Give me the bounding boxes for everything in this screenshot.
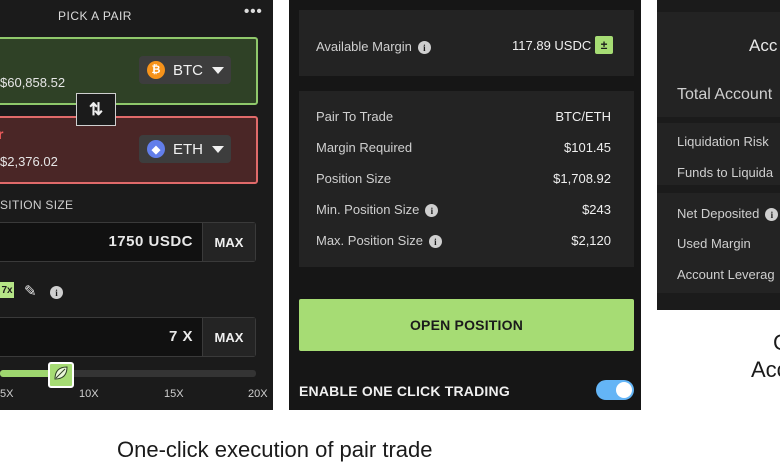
short-asset-card[interactable]: r $2,376.02 ◆ ETH (0, 116, 258, 184)
detail-value: $2,120 (571, 233, 611, 248)
toggle-knob (616, 382, 632, 398)
total-account-label: Total Account (677, 86, 773, 103)
slider-tick-label: 10X (79, 388, 99, 400)
figure-caption: One-click execution of pair trade (117, 437, 433, 462)
detail-value: $243 (582, 202, 611, 217)
info-icon: i (417, 41, 431, 55)
chevron-down-icon (212, 66, 224, 74)
position-size-value: 1750 USDC (108, 233, 193, 250)
short-token-select[interactable]: ◆ ETH (139, 135, 231, 163)
leverage-max-button[interactable]: MAX (202, 318, 255, 356)
short-token-label: ETH (173, 140, 203, 158)
slider-tick-label: 5X (0, 388, 14, 400)
slider-tick-label: 20X (248, 388, 268, 400)
slider-handle[interactable] (48, 362, 74, 388)
short-label-fragment: r (0, 126, 4, 142)
detail-value: BTC/ETH (555, 109, 611, 124)
bitcoin-icon: ₿ (147, 61, 165, 79)
long-token-select[interactable]: ₿ BTC (139, 56, 231, 84)
side-caption-line-2: Acc (751, 357, 780, 382)
swap-pair-button[interactable]: ⇅ (76, 93, 116, 126)
detail-label: Pair To Trade (316, 109, 394, 124)
leverage-value: 7 X (168, 328, 193, 345)
position-size-max-button[interactable]: MAX (202, 223, 255, 261)
long-token-label: BTC (173, 61, 203, 79)
position-size-label: SITION SIZE (0, 198, 74, 212)
short-asset-price: $2,376.02 (0, 154, 58, 169)
leverage-slider[interactable] (0, 370, 256, 377)
leverage-input[interactable]: 7 X MAX (0, 317, 256, 357)
used-margin-label: Used Margin (677, 236, 751, 251)
account-leverage-label: Account Leverag (677, 267, 775, 282)
detail-label: Margin Required (316, 140, 413, 155)
detail-label: Min. Position Size (316, 202, 420, 217)
detail-label: Position Size (316, 171, 392, 186)
chevron-down-icon (212, 145, 224, 153)
side-caption-line-1: C (773, 330, 780, 356)
net-deposited-label: Net Deposited i (677, 206, 779, 222)
one-click-trading-label: ENABLE ONE CLICK TRADING (299, 383, 510, 399)
account-panel: Acc Total Account Liquidation Risk Funds… (657, 0, 780, 310)
detail-row-min-size: Min. Position Size i (316, 202, 439, 218)
leverage-chip[interactable]: 7x (0, 282, 14, 298)
account-title: Acc (749, 36, 778, 55)
slider-tick-label: 15X (164, 388, 184, 400)
info-icon: i (50, 284, 63, 302)
calculator-icon[interactable]: ± (595, 36, 613, 54)
position-size-input[interactable]: 1750 USDC MAX (0, 222, 256, 262)
funds-to-liquidation-label: Funds to Liquida (677, 165, 774, 180)
more-options-icon[interactable]: ••• (244, 3, 263, 20)
ethereum-icon: ◆ (147, 140, 165, 158)
edit-icon[interactable]: ✎ (24, 282, 37, 300)
pick-pair-panel: PICK A PAIR ••• $60,858.52 ₿ BTC r $2,37… (0, 0, 273, 410)
one-click-trading-toggle[interactable] (596, 380, 634, 400)
liquidation-risk-label: Liquidation Risk (677, 134, 769, 149)
panel-title: PICK A PAIR (58, 9, 132, 23)
available-margin-value: 117.89 USDC (512, 38, 592, 53)
swap-arrows-icon: ⇅ (88, 99, 104, 119)
info-icon: i (425, 204, 439, 218)
detail-value: $101.45 (564, 140, 611, 155)
detail-row-max-size: Max. Position Size i (316, 233, 442, 249)
long-asset-price: $60,858.52 (0, 75, 66, 90)
info-icon: i (428, 235, 442, 249)
available-margin-box: Available Margin i 117.89 USDC (299, 10, 634, 76)
detail-label: Max. Position Size (316, 233, 423, 248)
open-position-button[interactable]: OPEN POSITION (299, 299, 634, 351)
available-margin-label: Available Margin i (316, 39, 431, 55)
info-icon: i (765, 208, 779, 222)
long-asset-card[interactable]: $60,858.52 ₿ BTC (0, 37, 258, 105)
detail-value: $1,708.92 (553, 171, 611, 186)
order-summary-panel: Available Margin i 117.89 USDC ± Pair To … (289, 0, 641, 410)
